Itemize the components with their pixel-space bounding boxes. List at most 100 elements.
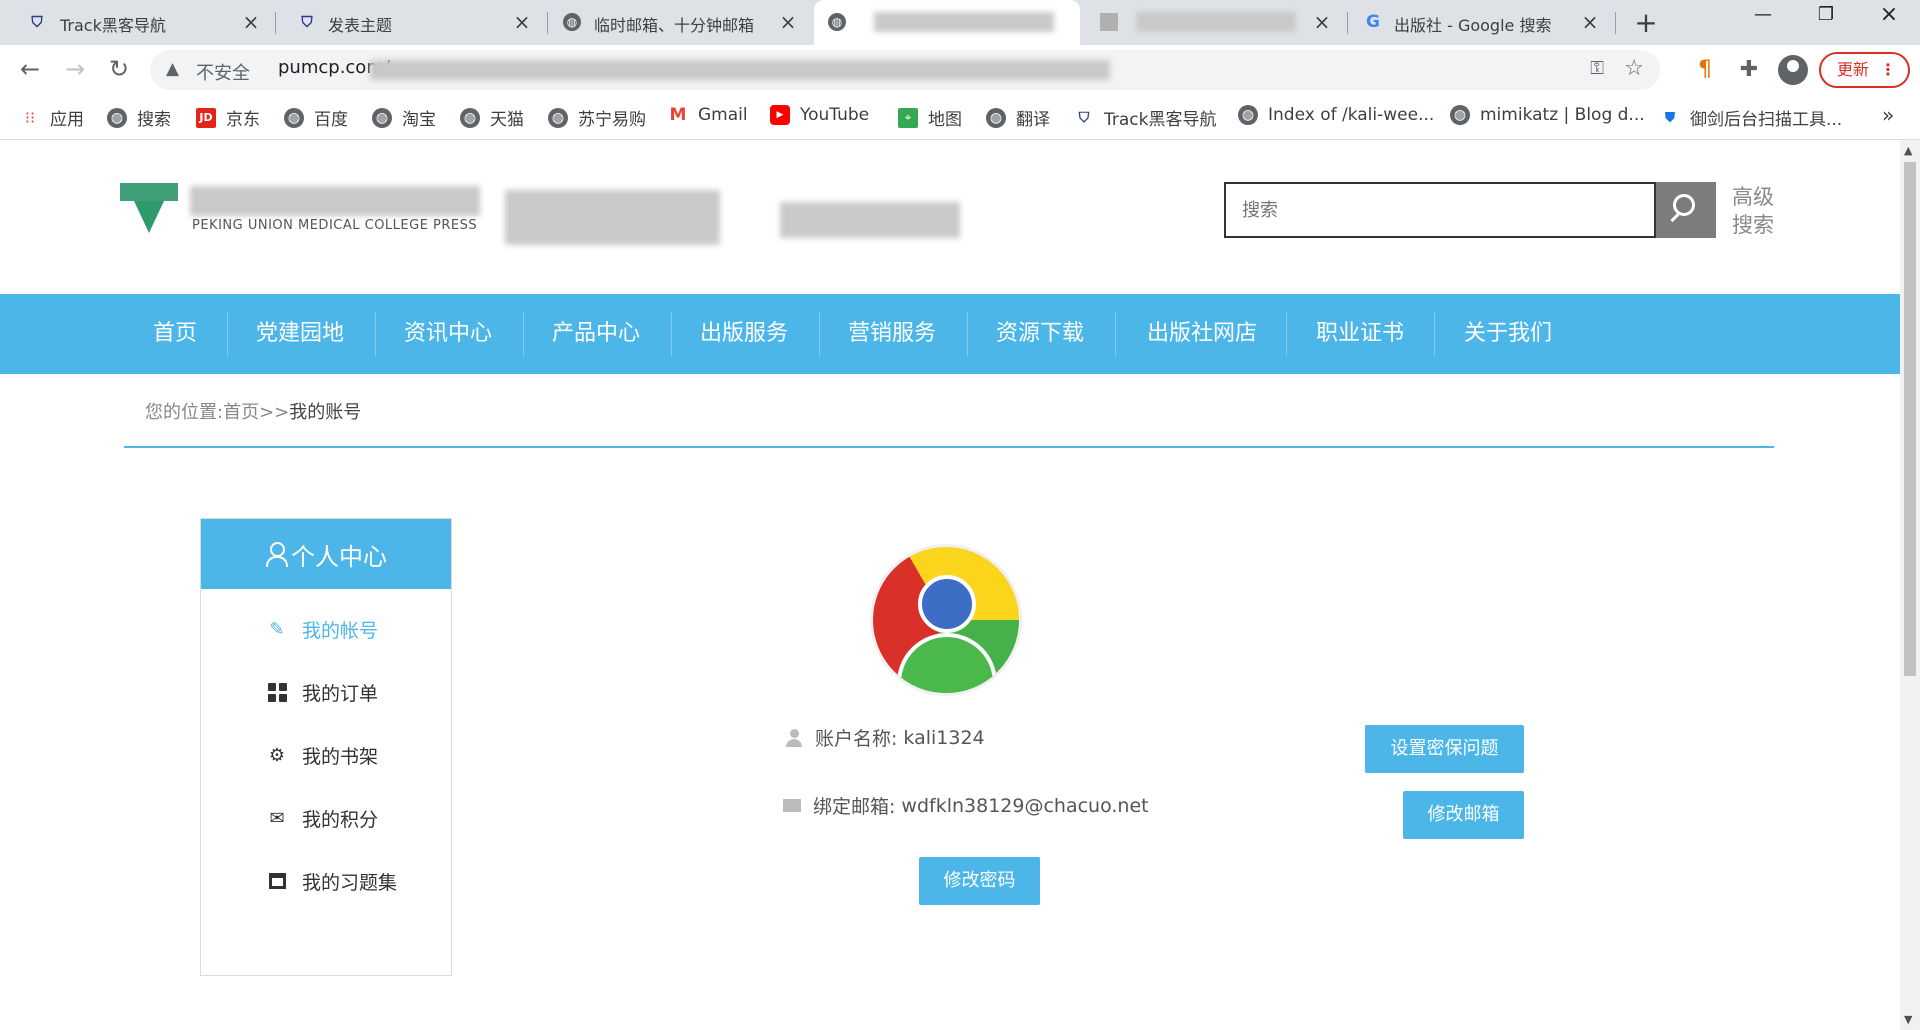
bookmark-apps[interactable]: ⁝⁝ 应用 (20, 105, 84, 130)
tab-post-topic[interactable]: ⛉ 发表主题 × (276, 0, 546, 45)
forward-button[interactable]: → (60, 55, 90, 83)
close-icon[interactable]: × (1312, 10, 1332, 34)
bookmark-label: 天猫 (490, 110, 524, 130)
nav-products[interactable]: 产品中心 (536, 294, 656, 374)
tab-label: 出版社 - Google 搜索 (1394, 16, 1552, 35)
apps-grid-icon: ⁝⁝ (24, 108, 36, 127)
update-button[interactable]: 更新 ⋮ (1819, 52, 1910, 88)
tab-current-page[interactable]: ◍ (814, 0, 1080, 45)
bookmark-gmail[interactable]: M Gmail (668, 105, 748, 125)
breadcrumb-home-link[interactable]: 首页 (223, 402, 259, 423)
window-close-button[interactable]: × (1866, 2, 1912, 27)
bookmark-label: 翻译 (1016, 110, 1050, 130)
key-icon[interactable]: ⚿ (1590, 58, 1604, 79)
logo-subtitle: PEKING UNION MEDICAL COLLEGE PRESS (192, 218, 478, 233)
bookmark-label: mimikatz | Blog d... (1480, 105, 1645, 125)
scrollbar-thumb[interactable] (1904, 162, 1916, 676)
redacted-tab-title (1136, 12, 1296, 32)
tab-track-nav[interactable]: ⛉ Track黑客导航 × (0, 0, 275, 45)
nav-divider (671, 312, 672, 356)
gear-icon: ⚙ (268, 744, 286, 766)
pencil-icon: ✎ (269, 618, 285, 640)
bookmark-label: 京东 (226, 110, 260, 130)
bookmark-label: YouTube (800, 105, 870, 125)
sidebar-item-my-points[interactable]: ✉ 我的积分 (201, 798, 451, 838)
set-security-question-button[interactable]: 设置密保问题 (1365, 725, 1524, 773)
tab-redacted[interactable]: × (1082, 0, 1346, 45)
bookmark-mimikatz[interactable]: ◍ mimikatz | Blog d... (1450, 105, 1645, 125)
extension-paragraph-icon[interactable]: ¶ (1690, 57, 1720, 82)
breadcrumb-current: 我的账号 (289, 402, 362, 423)
track-favicon-icon: ⛉ (1078, 109, 1090, 126)
advanced-search-link[interactable]: 高级搜索 (1732, 183, 1778, 239)
search-button[interactable] (1656, 182, 1716, 238)
back-button[interactable]: ← (15, 55, 45, 83)
jd-icon: JD (196, 107, 216, 128)
profile-avatar-icon[interactable] (1778, 55, 1808, 85)
scroll-down-arrow-icon[interactable]: ▼ (1904, 1013, 1912, 1026)
bookmark-kali-index[interactable]: ◍ Index of /kali-wee... (1238, 105, 1434, 125)
sidebar-item-my-orders[interactable]: 我的订单 (201, 672, 451, 712)
tab-google-search[interactable]: G 出版社 - Google 搜索 × (1348, 0, 1614, 45)
search-field[interactable] (1224, 182, 1656, 238)
user-avatar (870, 544, 1022, 696)
reload-button[interactable]: ↻ (104, 55, 134, 83)
bookmark-youtube[interactable]: ▶ YouTube (770, 105, 869, 125)
sidebar-item-label: 我的帐号 (302, 619, 379, 642)
envelope-icon: ✉ (269, 807, 285, 829)
nav-divider (375, 312, 376, 356)
warning-icon: ▲ (166, 59, 180, 79)
tab-temp-mail[interactable]: ◍ 临时邮箱、十分钟邮箱 × (548, 0, 812, 45)
bookmark-search[interactable]: ◍ 搜索 (107, 105, 171, 130)
nav-home[interactable]: 首页 (140, 294, 210, 374)
sidebar-item-my-bookshelf[interactable]: ⚙ 我的书架 (201, 735, 451, 775)
search-input[interactable] (1226, 184, 1654, 236)
bookmark-tmall[interactable]: ◍ 天猫 (460, 105, 524, 130)
bookmark-maps[interactable]: ⌖ 地图 (898, 105, 962, 130)
track-favicon-icon: ⛉ (301, 13, 313, 31)
bookmark-suning[interactable]: ◍ 苏宁易购 (548, 105, 646, 130)
redacted-header-text (505, 190, 720, 245)
close-icon[interactable]: × (778, 10, 798, 34)
nav-marketing[interactable]: 营销服务 (832, 294, 952, 374)
sidebar-title: 个人中心 (291, 542, 387, 571)
update-label: 更新 (1837, 60, 1870, 79)
bookmark-yujian[interactable]: ⛊ 御剑后台扫描工具... (1660, 105, 1842, 131)
minimize-button[interactable]: — (1740, 4, 1786, 25)
nav-news[interactable]: 资讯中心 (388, 294, 508, 374)
account-email-value: wdfkln38129@chacuo.net (901, 794, 1149, 817)
extensions-puzzle-icon[interactable]: ✚ (1734, 57, 1764, 82)
page-scrollbar[interactable]: ▲ ▼ (1900, 140, 1920, 1030)
google-icon: G (1366, 12, 1380, 32)
nav-party-building[interactable]: 党建园地 (240, 294, 360, 374)
close-icon[interactable]: × (241, 10, 261, 34)
bookmark-taobao[interactable]: ◍ 淘宝 (372, 105, 436, 130)
nav-downloads[interactable]: 资源下载 (980, 294, 1100, 374)
close-icon[interactable]: × (1580, 10, 1600, 34)
scroll-up-arrow-icon[interactable]: ▲ (1904, 144, 1912, 157)
nav-divider (1434, 312, 1435, 356)
bookmark-track[interactable]: ⛉ Track黑客导航 (1074, 105, 1217, 131)
sidebar-item-my-exercises[interactable]: 我的习题集 (201, 861, 451, 901)
sidebar-item-my-account[interactable]: ✎ 我的帐号 (201, 609, 451, 649)
bookmark-star-icon[interactable]: ☆ (1624, 56, 1644, 81)
bookmark-label: 应用 (50, 110, 84, 130)
globe-icon: ◍ (1238, 105, 1258, 125)
bookmark-jd[interactable]: JD 京东 (196, 105, 260, 130)
change-password-button[interactable]: 修改密码 (919, 857, 1040, 905)
bookmarks-overflow-button[interactable]: » (1882, 103, 1894, 127)
restore-button[interactable]: ❐ (1803, 4, 1849, 25)
nav-shop[interactable]: 出版社网店 (1128, 294, 1276, 374)
address-bar[interactable]: ▲ 不安全 pumcp.com/ ⚿ ☆ (150, 50, 1660, 90)
bookmark-baidu[interactable]: ◍ 百度 (284, 105, 348, 130)
nav-certificates[interactable]: 职业证书 (1300, 294, 1420, 374)
breadcrumb-separator: >> (259, 402, 290, 423)
nav-about[interactable]: 关于我们 (1448, 294, 1568, 374)
change-email-button[interactable]: 修改邮箱 (1403, 791, 1524, 839)
bookmark-translate[interactable]: ◍ 翻译 (986, 105, 1050, 130)
sidebar-item-label: 我的订单 (302, 682, 379, 705)
nav-publishing[interactable]: 出版服务 (684, 294, 804, 374)
close-icon[interactable]: × (512, 10, 532, 34)
new-tab-button[interactable]: + (1631, 6, 1661, 39)
publisher-logo-icon[interactable] (120, 183, 178, 235)
